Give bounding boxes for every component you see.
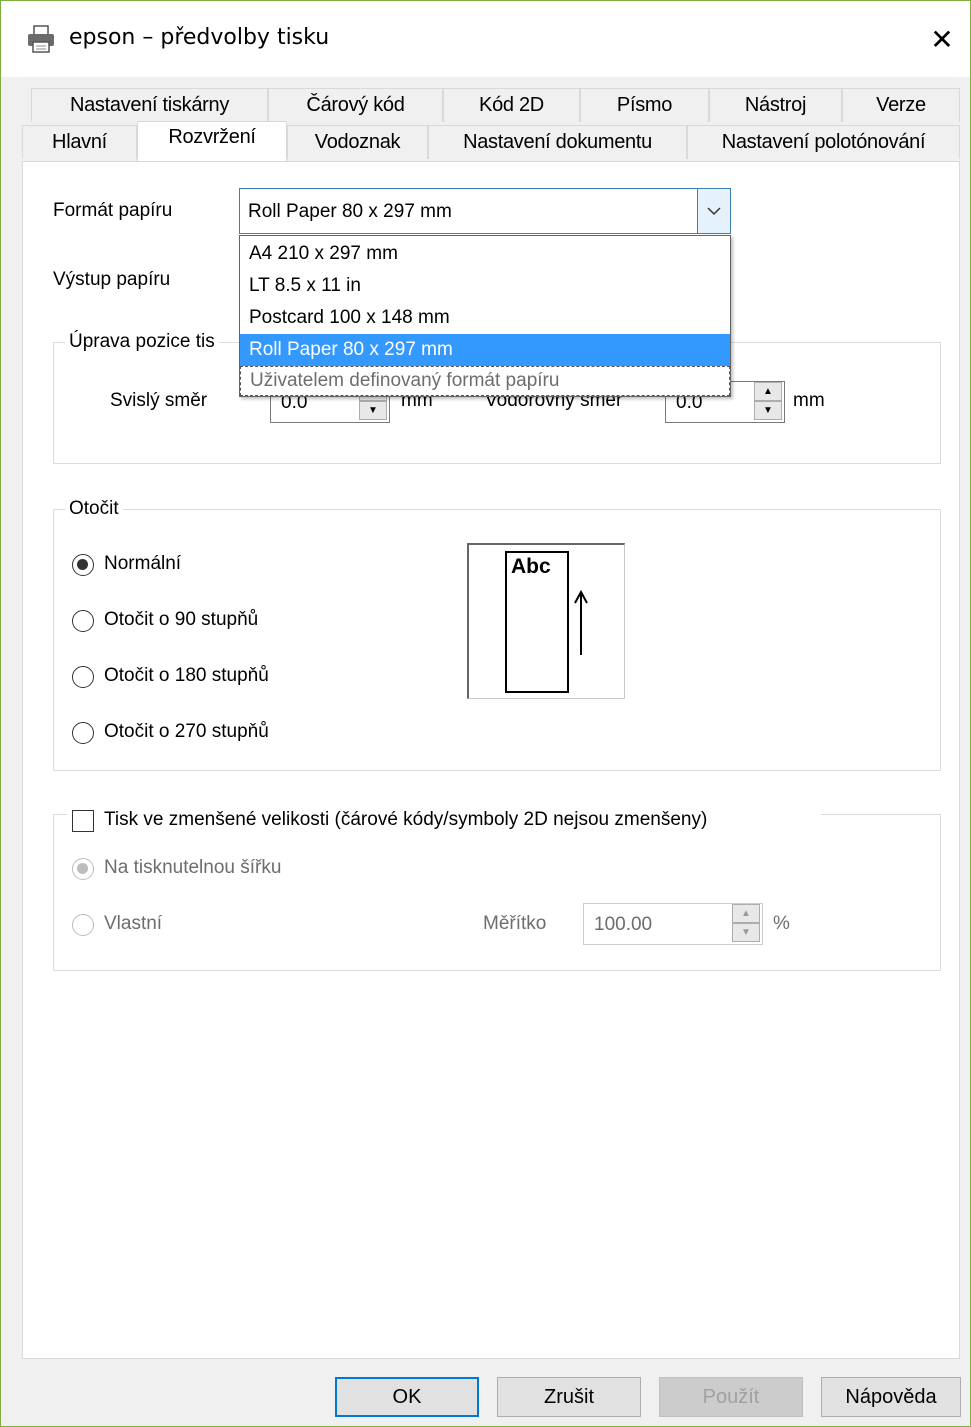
- dropdown-option-a4[interactable]: A4 210 x 297 mm: [240, 238, 730, 270]
- rotate-180-label: Otočit o 180 stupňů: [104, 665, 269, 686]
- help-button[interactable]: Nápověda: [821, 1377, 961, 1417]
- spin-down-icon[interactable]: ▼: [359, 401, 387, 420]
- preview-text: Abc: [511, 555, 551, 578]
- tab-kod-2d[interactable]: Kód 2D: [443, 88, 580, 122]
- position-adjust-legend: Úprava pozice tis: [65, 331, 219, 353]
- tab-carovy-kod[interactable]: Čárový kód: [268, 88, 443, 122]
- rotate-90-label: Otočit o 90 stupňů: [104, 609, 259, 630]
- horizontal-unit: mm: [793, 390, 825, 411]
- print-preferences-window: epson – předvolby tisku ✕ Nastavení tisk…: [0, 0, 971, 1427]
- cancel-button[interactable]: Zrušit: [497, 1377, 641, 1417]
- scale-unit: %: [773, 913, 790, 934]
- paper-format-label: Formát papíru: [53, 200, 173, 221]
- tab-nastroj[interactable]: Nástroj: [709, 88, 842, 122]
- rotate-180-radio[interactable]: [72, 666, 94, 688]
- arrow-up-icon: [574, 589, 588, 655]
- tab-nastaveni-tiskarny[interactable]: Nastavení tiskárny: [31, 88, 268, 122]
- scale-value: 100.00: [594, 914, 653, 935]
- tab-pismo[interactable]: Písmo: [580, 88, 709, 122]
- tab-verze[interactable]: Verze: [842, 88, 960, 122]
- dropdown-option-user-defined[interactable]: Uživatelem definovaný formát papíru: [240, 366, 730, 396]
- fit-printable-width-radio[interactable]: [72, 858, 94, 880]
- reduced-size-group: [53, 814, 941, 971]
- ok-button[interactable]: OK: [335, 1377, 479, 1417]
- scale-label: Měřítko: [483, 913, 547, 934]
- tab-rozvrzeni[interactable]: Rozvržení: [137, 121, 287, 161]
- rotation-preview: Abc: [467, 543, 625, 699]
- paper-output-label: Výstup papíru: [53, 269, 171, 290]
- paper-format-select[interactable]: Roll Paper 80 x 297 mm: [239, 188, 731, 234]
- reduced-size-label: Tisk ve zmenšené velikosti (čárové kódy/…: [104, 809, 708, 830]
- printer-icon: [28, 25, 54, 53]
- rotate-270-label: Otočit o 270 stupňů: [104, 721, 269, 742]
- dropdown-option-lt[interactable]: LT 8.5 x 11 in: [240, 270, 730, 302]
- custom-scale-label: Vlastní: [104, 913, 163, 934]
- close-button[interactable]: ✕: [914, 1, 970, 77]
- rotate-270-radio[interactable]: [72, 722, 94, 744]
- paper-format-dropdown: A4 210 x 297 mm LT 8.5 x 11 in Postcard …: [239, 235, 731, 397]
- dropdown-option-roll-paper[interactable]: Roll Paper 80 x 297 mm: [240, 334, 730, 366]
- preview-page: Abc: [505, 551, 569, 693]
- custom-scale-radio[interactable]: [72, 914, 94, 936]
- spin-up-icon[interactable]: ▲: [754, 382, 782, 401]
- chevron-down-icon[interactable]: [697, 189, 730, 233]
- vertical-direction-label: Svislý směr: [110, 390, 208, 411]
- fit-printable-width-label: Na tisknutelnou šířku: [104, 857, 282, 878]
- scale-spinner[interactable]: 100.00 ▲ ▼: [583, 903, 763, 945]
- window-title: epson – předvolby tisku: [69, 25, 330, 50]
- tab-vodoznak[interactable]: Vodoznak: [287, 125, 428, 159]
- title-bar: epson – předvolby tisku ✕: [1, 1, 970, 77]
- rotate-90-radio[interactable]: [72, 610, 94, 632]
- spin-down-icon[interactable]: ▼: [754, 401, 782, 420]
- reduced-size-checkbox[interactable]: [72, 810, 94, 832]
- tab-hlavni[interactable]: Hlavní: [22, 125, 137, 159]
- spin-up-icon[interactable]: ▲: [732, 904, 760, 923]
- apply-button[interactable]: Použít: [659, 1377, 803, 1417]
- rotate-normal-radio[interactable]: [72, 554, 94, 576]
- spin-down-icon[interactable]: ▼: [732, 923, 760, 942]
- rotate-legend: Otočit: [65, 498, 123, 520]
- dropdown-option-postcard[interactable]: Postcard 100 x 148 mm: [240, 302, 730, 334]
- rotate-normal-label: Normální: [104, 553, 182, 574]
- tab-nastaveni-dokumentu[interactable]: Nastavení dokumentu: [428, 125, 687, 159]
- paper-format-value: Roll Paper 80 x 297 mm: [248, 201, 452, 222]
- tab-nastaveni-polotonovani[interactable]: Nastavení polotónování: [687, 125, 960, 159]
